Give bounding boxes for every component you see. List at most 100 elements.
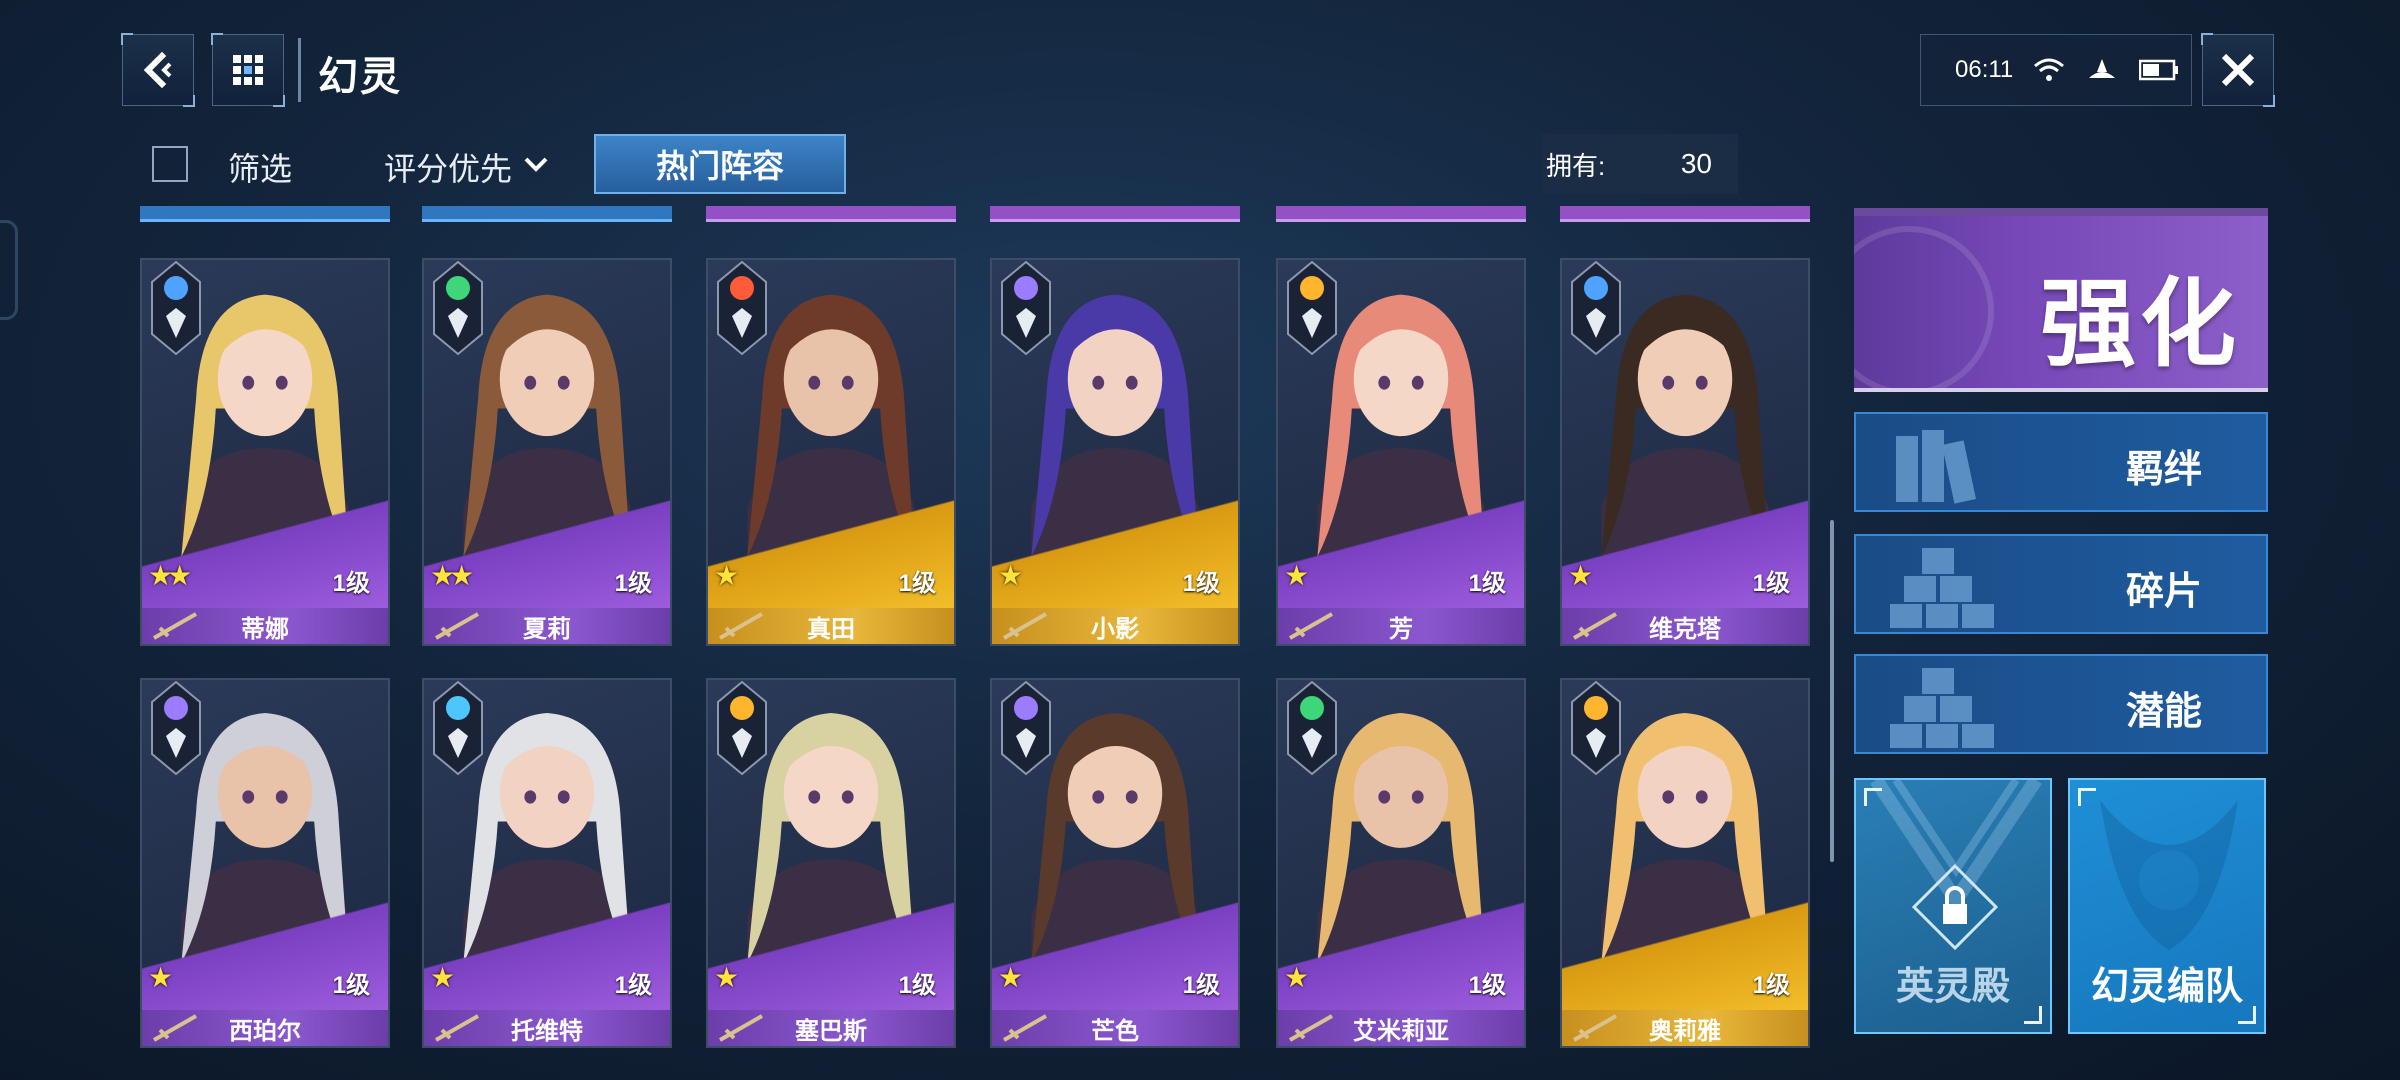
title-separator [298, 38, 301, 102]
bond-label: 羁绊 [2125, 449, 2202, 491]
fragment-button[interactable]: 碎片 [1854, 534, 2268, 634]
character-level: 1级 [332, 570, 370, 597]
star-rating: ★ [998, 560, 1023, 591]
weapon-icon [719, 612, 763, 640]
character-level: 1级 [1182, 570, 1220, 597]
sort-dropdown[interactable]: 评分优先 [384, 144, 512, 190]
partial-card-strip[interactable] [706, 206, 956, 222]
hero-hall-button[interactable]: 英灵殿 [1854, 778, 2052, 1034]
lock-icon [1911, 863, 1999, 951]
corner-decoration [1864, 788, 1882, 806]
weapon-icon [1003, 1014, 1047, 1042]
hot-lineup-button[interactable]: 热门阵容 [594, 134, 846, 194]
character-level: 1级 [1752, 570, 1790, 597]
element-badge-icon [717, 680, 767, 776]
star-rating: ★ [714, 560, 739, 591]
star-rating: ★★ [148, 560, 192, 591]
element-badge-icon [1001, 260, 1051, 356]
weapon-icon [435, 612, 479, 640]
character-card[interactable]: ★ 1级 维克塔 [1560, 258, 1810, 646]
character-card[interactable]: ★ 1级 托维特 [422, 678, 672, 1048]
element-badge-icon [433, 680, 483, 776]
chevron-down-icon[interactable] [522, 150, 550, 178]
element-badge-icon [717, 260, 767, 356]
character-card[interactable]: ★ 1级芳 [1276, 258, 1526, 646]
enhance-label: 强化 [2040, 271, 2240, 378]
weapon-icon [1573, 1014, 1617, 1042]
partial-card-strip[interactable] [140, 206, 390, 222]
character-card[interactable]: 1级 奥莉雅 [1560, 678, 1810, 1048]
character-card[interactable]: ★★ 1级 蒂娜 [140, 258, 390, 646]
butterfly-emblem-icon [1854, 226, 1994, 388]
character-level: 1级 [1752, 972, 1790, 999]
bond-button[interactable]: 羁绊 [1854, 412, 2268, 512]
close-icon [2221, 53, 2255, 87]
element-badge-icon [1571, 260, 1621, 356]
wifi-icon [2034, 58, 2065, 81]
filter-label[interactable]: 筛选 [228, 144, 292, 190]
owned-count: 拥有: 30 [1542, 134, 1738, 194]
close-button[interactable] [2201, 33, 2275, 107]
weapon-icon [719, 1014, 763, 1042]
team-formation-button[interactable]: 幻灵编队 [2068, 778, 2266, 1034]
cloud-hat-icon [2089, 59, 2116, 78]
character-card[interactable]: ★★ 1级 夏莉 [422, 258, 672, 646]
star-rating: ★ [1568, 560, 1593, 591]
star-rating: ★★ [430, 560, 474, 591]
character-card[interactable]: ★ 1级 小影 [990, 258, 1240, 646]
character-level: 1级 [1468, 570, 1506, 597]
weapon-icon [1003, 612, 1047, 640]
owned-value: 30 [1680, 148, 1712, 179]
star-rating: ★ [998, 962, 1023, 993]
potential-button[interactable]: 潜能 [1854, 654, 2268, 754]
character-level: 1级 [1182, 972, 1220, 999]
partial-card-strip[interactable] [422, 206, 672, 222]
status-bar: 06:11 [1920, 34, 2192, 106]
character-level: 1级 [898, 570, 936, 597]
character-level: 1级 [614, 570, 652, 597]
character-card[interactable]: ★ 1级 西珀尔 [140, 678, 390, 1048]
star-rating: ★ [430, 962, 455, 993]
character-card[interactable]: ★ 1级 芒色 [990, 678, 1240, 1048]
filter-checkbox[interactable] [152, 146, 188, 182]
back-arrow-icon [143, 51, 172, 89]
potential-label: 潜能 [2125, 691, 2202, 733]
character-card[interactable]: ★ 1级 真田 [706, 258, 956, 646]
corner-decoration [2024, 1006, 2042, 1024]
enhance-button[interactable]: 强化 [1854, 208, 2268, 392]
character-level: 1级 [614, 972, 652, 999]
character-card[interactable]: ★ 1级 塞巴斯 [706, 678, 956, 1048]
star-rating: ★ [148, 962, 173, 993]
weapon-icon [1573, 612, 1617, 640]
menu-button[interactable] [211, 33, 285, 107]
books-icon [1896, 430, 1976, 504]
weapon-icon [153, 1014, 197, 1042]
grid-menu-icon [233, 55, 263, 85]
weapon-icon [153, 612, 197, 640]
character-level: 1级 [332, 972, 370, 999]
weapon-icon [1289, 612, 1333, 640]
star-rating: ★ [1284, 962, 1309, 993]
character-level: 1级 [898, 972, 936, 999]
back-button[interactable] [121, 33, 195, 107]
boxes-icon [1890, 548, 1994, 628]
character-card[interactable]: ★ 1级 艾米莉亚 [1276, 678, 1526, 1048]
element-badge-icon [1001, 680, 1051, 776]
weapon-icon [435, 1014, 479, 1042]
corner-decoration [2238, 1006, 2256, 1024]
boxes-icon [1890, 668, 1994, 748]
element-badge-icon [151, 260, 201, 356]
partial-card-strip[interactable] [1560, 206, 1810, 222]
element-badge-icon [1287, 680, 1337, 776]
partial-card-strip[interactable] [990, 206, 1240, 222]
hero-hall-label: 英灵殿 [1895, 966, 2010, 1008]
scrollbar[interactable] [1830, 520, 1834, 862]
element-badge-icon [151, 680, 201, 776]
character-level: 1级 [1468, 972, 1506, 999]
owned-label: 拥有: [1546, 150, 1606, 181]
side-edge-decoration [0, 220, 18, 320]
clock: 06:11 [1955, 56, 2014, 83]
partial-card-strip[interactable] [1276, 206, 1526, 222]
battery-icon [2139, 59, 2179, 81]
star-rating: ★ [714, 962, 739, 993]
